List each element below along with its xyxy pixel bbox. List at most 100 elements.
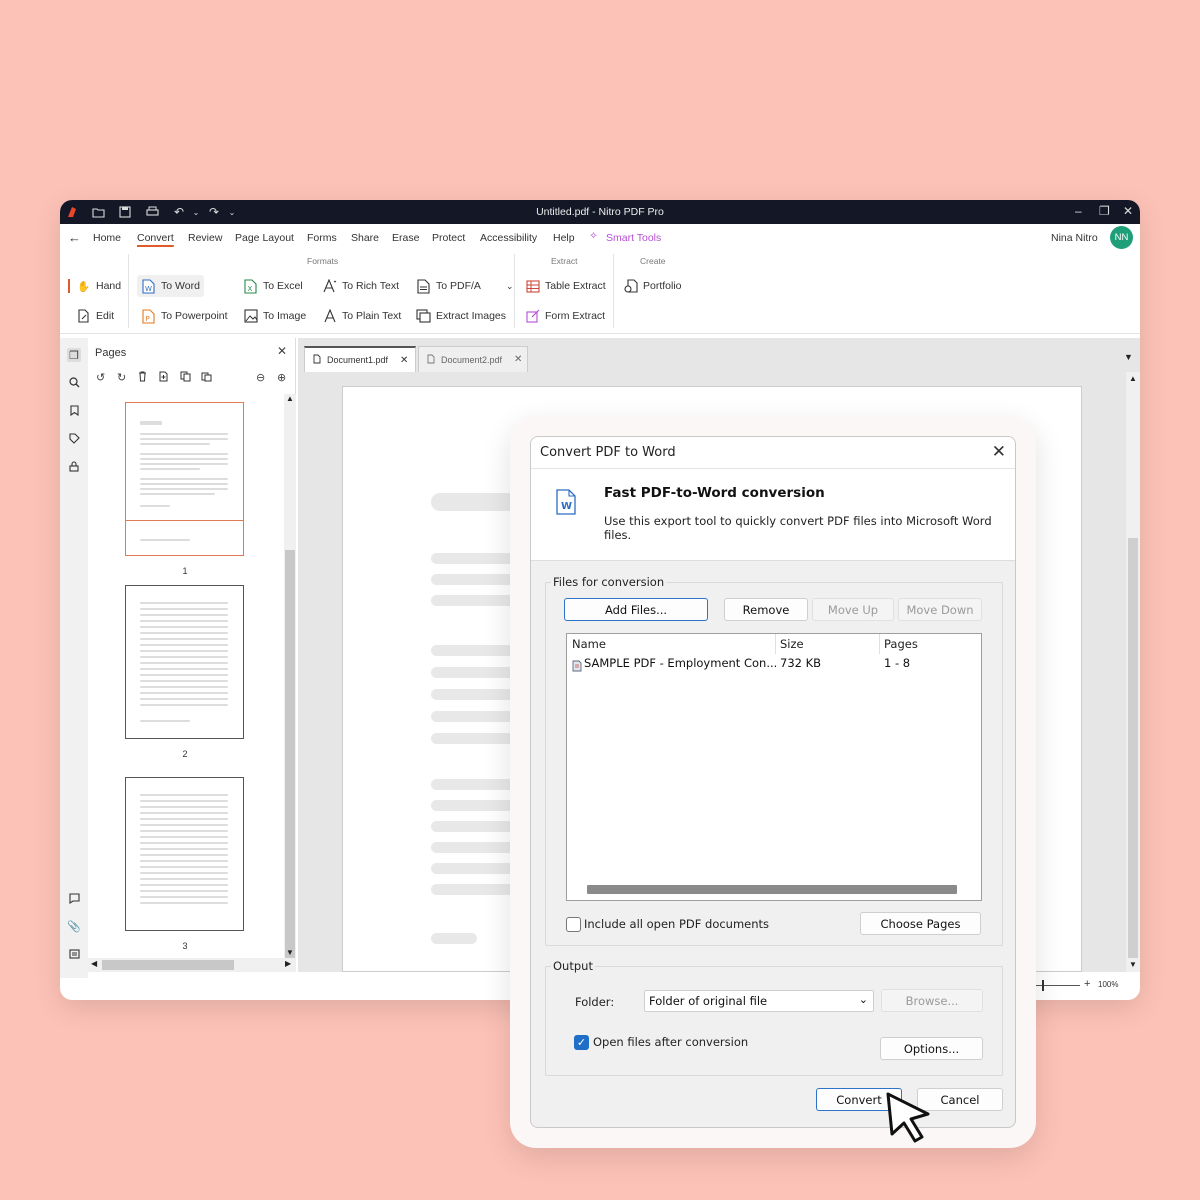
ribbon-divider [514,254,515,328]
column-name-header[interactable]: Name [572,637,606,651]
include-all-checkbox[interactable] [566,917,581,932]
form-fields-icon[interactable] [67,947,81,961]
pages-panel-icon[interactable]: ❐ [67,348,81,362]
portfolio-button[interactable]: Portfolio [619,275,686,297]
edit-tool-button[interactable]: Edit [72,305,118,327]
menu-convert[interactable]: Convert [137,232,174,244]
menu-smart-tools[interactable]: Smart Tools [606,232,661,244]
bookmark-icon[interactable] [67,403,81,417]
remove-button[interactable]: Remove [724,598,808,621]
pdf-file-icon [572,657,582,676]
text-line [140,884,228,886]
back-arrow-icon[interactable]: ← [68,230,81,245]
text-line [140,668,228,670]
to-word-button[interactable]: W To Word [137,275,204,297]
menu-help[interactable]: Help [553,232,575,244]
scroll-left-icon[interactable]: ◀ [91,959,97,968]
scroll-down-icon[interactable]: ▼ [1129,960,1137,969]
scroll-up-icon[interactable]: ▲ [286,394,294,403]
options-button[interactable]: Options... [880,1037,983,1060]
scrollbar-thumb[interactable] [102,960,234,970]
horizontal-scrollbar[interactable] [587,885,957,894]
chevron-down-icon[interactable]: ⌄ [506,281,514,292]
table-extract-label: Table Extract [545,280,606,292]
delete-page-icon[interactable] [138,371,147,385]
choose-pages-button[interactable]: Choose Pages [860,912,981,935]
zoom-in-icon[interactable]: ⊕ [277,371,286,384]
restore-icon[interactable]: ❐ [1099,204,1110,218]
add-files-button[interactable]: Add Files... [564,598,708,621]
avatar[interactable]: NN [1110,226,1133,249]
tab-document1[interactable]: Document1.pdf ✕ [304,346,416,372]
to-rich-text-button[interactable]: To Rich Text [318,275,403,297]
to-excel-button[interactable]: X To Excel [239,275,307,297]
column-size-header[interactable]: Size [780,637,804,651]
form-extract-button[interactable]: Form Extract [521,305,609,327]
page-thumbnail-2[interactable] [125,585,244,739]
svg-text:P: P [146,315,150,323]
hand-tool-button[interactable]: ✋ Hand [72,275,125,297]
excel-file-icon: X [243,278,258,294]
menu-erase[interactable]: Erase [392,232,419,244]
menu-forms[interactable]: Forms [307,232,337,244]
tag-icon[interactable] [67,431,81,445]
table-extract-button[interactable]: Table Extract [521,275,610,297]
form-extract-label: Form Extract [545,310,606,322]
browse-button[interactable]: Browse... [881,989,983,1012]
folder-select[interactable]: Folder of original file ⌄ [644,990,874,1012]
close-tab-icon[interactable]: ✕ [514,354,522,365]
scroll-right-icon[interactable]: ▶ [285,959,291,968]
move-up-button[interactable]: Move Up [812,598,894,621]
scrollbar-thumb[interactable] [285,550,295,970]
zoom-out-icon[interactable]: ⊖ [256,371,265,384]
to-image-button[interactable]: To Image [239,305,310,327]
to-powerpoint-button[interactable]: P To Powerpoint [137,305,232,327]
scroll-up-icon[interactable]: ▲ [1129,374,1137,383]
paste-page-icon[interactable] [201,371,212,385]
document-vertical-scrollbar[interactable]: ▲ ▼ [1126,372,1140,972]
minimize-icon[interactable]: – [1075,204,1082,218]
open-after-label[interactable]: Open files after conversion [593,1035,748,1049]
menu-page-layout[interactable]: Page Layout [235,232,294,244]
column-pages-header[interactable]: Pages [884,637,918,651]
menu-review[interactable]: Review [188,232,222,244]
zoom-slider-handle[interactable] [1042,980,1044,991]
include-all-label[interactable]: Include all open PDF documents [584,917,769,931]
open-after-checkbox[interactable]: ✓ [574,1035,589,1050]
tabs-dropdown-icon[interactable]: ▼ [1124,352,1133,362]
zoom-control: + 100% [1036,976,1140,996]
to-plain-text-button[interactable]: To Plain Text [318,305,405,327]
menu-protect[interactable]: Protect [432,232,465,244]
extract-images-button[interactable]: Extract Images [412,305,510,327]
insert-page-icon[interactable] [159,371,168,385]
page-number-label: 2 [182,749,188,759]
move-down-button[interactable]: Move Down [898,598,982,621]
scrollbar-thumb[interactable] [1128,538,1138,958]
pages-vertical-scrollbar[interactable]: ▲ ▼ [284,394,296,970]
rotate-right-icon[interactable]: ↻ [117,371,126,384]
menu-home[interactable]: Home [93,232,121,244]
table-row[interactable]: SAMPLE PDF - Employment Con... 732 KB 1 … [567,654,981,672]
close-tab-icon[interactable]: ✕ [400,355,408,366]
attachment-icon[interactable]: 📎 [67,919,81,933]
page-thumbnail-1[interactable] [125,402,244,556]
text-line [140,860,228,862]
page-thumbnail-3[interactable] [125,777,244,931]
menu-share[interactable]: Share [351,232,379,244]
comment-icon[interactable] [67,891,81,905]
zoom-in-icon[interactable]: + [1084,978,1090,990]
pages-horizontal-scrollbar[interactable]: ◀ ▶ [88,958,296,972]
close-window-icon[interactable]: ✕ [1123,204,1133,218]
close-icon[interactable]: ✕ [277,344,287,358]
close-icon[interactable]: ✕ [992,442,1006,462]
tab-document2[interactable]: Document2.pdf ✕ [418,346,528,372]
copy-page-icon[interactable] [180,371,191,385]
search-icon[interactable] [67,375,81,389]
scroll-down-icon[interactable]: ▼ [286,948,294,957]
menu-accessibility[interactable]: Accessibility [480,232,537,244]
rotate-left-icon[interactable]: ↺ [96,371,105,384]
to-pdfa-button[interactable]: To PDF/A ⌄ [412,275,517,297]
text-line [140,638,228,640]
file-list[interactable]: Name Size Pages SAMPLE PDF - Employment … [566,633,982,901]
lock-icon[interactable] [67,459,81,473]
